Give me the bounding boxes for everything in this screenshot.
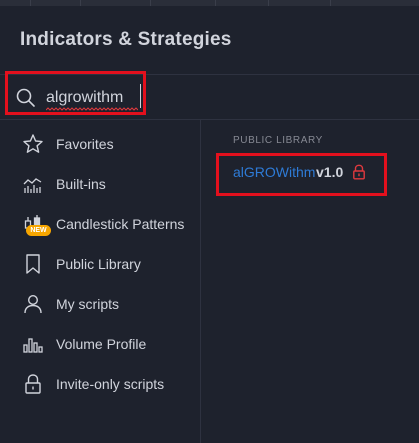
search-highlight-box (5, 71, 146, 115)
sidebar-item-label: Public Library (56, 256, 141, 272)
sidebar-item-label: Invite-only scripts (56, 376, 165, 392)
dialog-title: Indicators & Strategies (20, 29, 232, 50)
results-section-header: PUBLIC LIBRARY (233, 135, 323, 146)
sidebar-item-label: Volume Profile (56, 336, 147, 352)
sidebar-item-label: Candlestick Patterns (56, 216, 185, 232)
built-ins-chart-icon (23, 178, 42, 193)
sidebar-item-invite-only-scripts[interactable]: Invite-only scripts (0, 363, 200, 403)
sidebar-item-my-scripts[interactable]: My scripts (0, 283, 200, 323)
bookmark-icon (26, 254, 40, 274)
sidebar-item-candlestick-patterns[interactable]: NEW Candlestick Patterns (0, 203, 200, 243)
toolbar-divider (215, 0, 216, 6)
sidebar-item-label: Favorites (56, 136, 114, 152)
category-sidebar: Favorites Built-ins NEW Candlestick Patt… (0, 120, 201, 443)
lock-icon (25, 374, 41, 394)
sidebar-item-label: My scripts (56, 296, 119, 312)
sidebar-item-public-library[interactable]: Public Library (0, 243, 200, 283)
sidebar-item-favorites[interactable]: Favorites (0, 123, 200, 163)
user-icon (24, 294, 42, 314)
top-toolbar-strip (0, 0, 419, 6)
toolbar-divider (80, 0, 81, 6)
star-icon (23, 134, 43, 153)
toolbar-divider (30, 0, 31, 6)
result-highlight-box (216, 153, 387, 196)
toolbar-divider (268, 0, 269, 6)
sidebar-item-label: Built-ins (56, 176, 106, 192)
sidebar-item-volume-profile[interactable]: Volume Profile (0, 323, 200, 363)
new-badge: NEW (26, 225, 51, 236)
toolbar-divider (150, 0, 151, 6)
volume-profile-icon (23, 338, 43, 353)
sidebar-item-built-ins[interactable]: Built-ins (0, 163, 200, 203)
toolbar-divider (330, 0, 331, 6)
